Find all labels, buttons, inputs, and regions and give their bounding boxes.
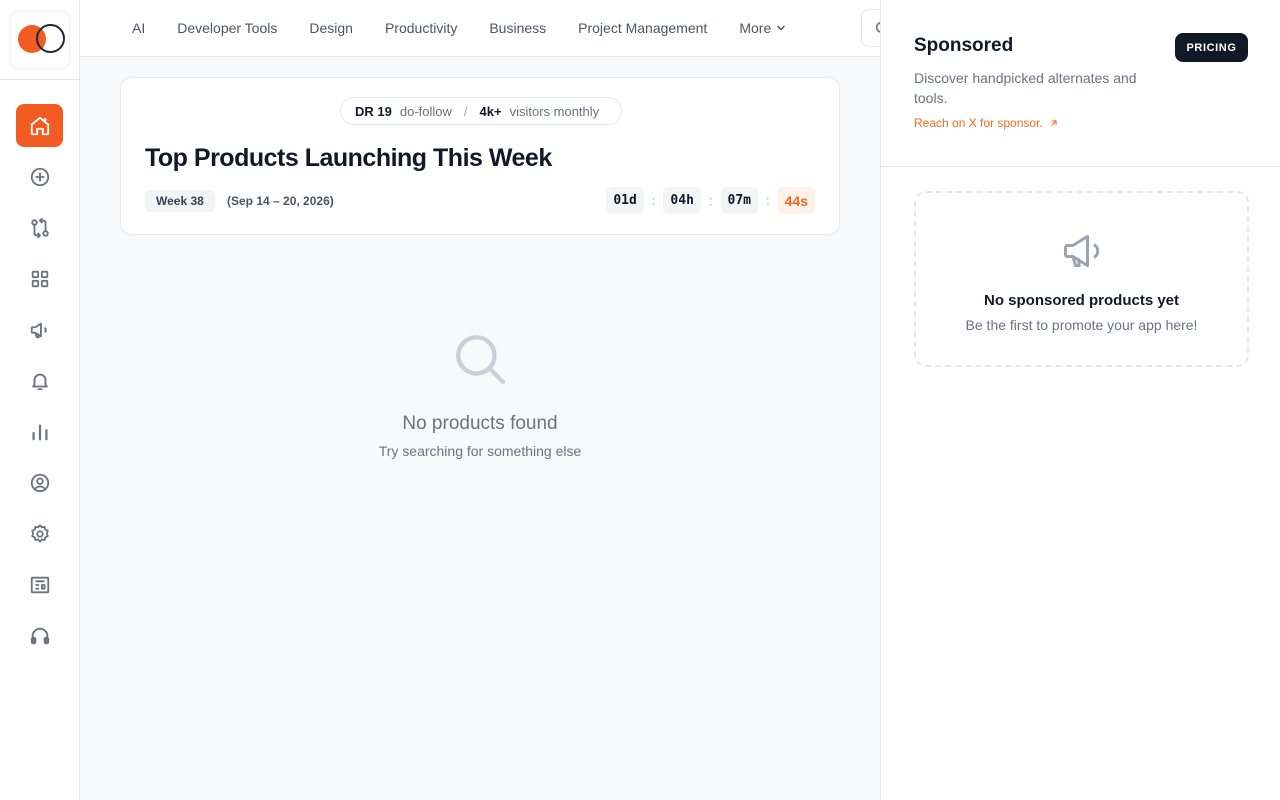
sidebar-item-home[interactable] [16,104,63,147]
empty-state-title: No products found [402,413,558,434]
pricing-button[interactable]: PRICING [1175,33,1248,62]
gear-icon [30,523,49,543]
sponsor-contact-link[interactable]: Reach on X for sponsor. [914,116,1059,130]
bar-chart-icon [31,423,48,440]
category-ai[interactable]: AI [132,20,145,36]
sidebar-item-categories[interactable] [16,257,63,300]
week-date-range: (Sep 14 – 20, 2026) [227,194,334,208]
countdown-seconds: 44s [777,187,815,214]
megaphone-icon [1063,234,1099,268]
user-circle-icon [30,473,49,492]
bell-icon [31,373,48,390]
category-project-management[interactable]: Project Management [578,20,707,36]
launch-week-card: DR 19 do-follow / 4k+ visitors monthly T… [120,77,840,235]
sidebar-item-promote[interactable] [16,308,63,351]
sidebar-item-notifications[interactable] [16,359,63,402]
sidebar-item-stats[interactable] [16,410,63,453]
category-bar: AI Developer Tools Design Productivity B… [80,0,901,57]
countdown-colon: : [651,193,656,208]
logo[interactable] [9,10,70,69]
countdown-colon: : [708,193,713,208]
sidebar-item-settings[interactable] [16,512,63,555]
sidebar-item-support[interactable] [16,614,63,657]
stats-separator: / [463,103,468,119]
empty-state-subtitle: Try searching for something else [378,443,582,459]
headphones-icon [30,627,49,644]
category-business[interactable]: Business [489,20,546,36]
visitors-label: visitors monthly [509,103,600,119]
sponsored-description: Discover handpicked alternates and tools… [914,70,1137,106]
category-design[interactable]: Design [309,20,353,36]
countdown-hours: 04h [663,187,701,214]
newspaper-icon [30,576,49,593]
sidebar-item-blog[interactable] [16,563,63,606]
logo-area [0,0,79,80]
sidebar [0,0,80,800]
visitors-value: 4k+ [479,103,502,119]
sponsored-empty-subtitle: Be the first to promote your app here! [965,317,1198,333]
compare-icon [30,217,49,238]
chevron-down-icon [777,25,785,31]
home-icon [30,116,49,135]
sidebar-item-profile[interactable] [16,461,63,504]
logo-outline-circle [35,23,65,53]
page-title: Top Products Launching This Week [145,144,552,172]
sponsored-title: Sponsored [914,35,1014,56]
more-categories-dropdown[interactable]: More [739,20,787,36]
countdown-timer: 01d : 04h : 07m : 44s [606,187,815,214]
sponsored-empty-box: No sponsored products yet Be the first t… [914,191,1249,367]
countdown-minutes: 07m [720,187,759,214]
countdown-colon: : [766,193,770,208]
domain-rating: DR 19 [355,103,392,119]
week-badge: Week 38 [145,190,215,212]
dofollow-label: do-follow [399,103,452,119]
arrow-up-right-icon [1051,120,1057,126]
sidebar-nav [0,80,79,657]
sidebar-item-submit[interactable] [16,155,63,198]
sponsored-header: Sponsored Discover handpicked alternates… [881,0,1280,167]
grid-icon [31,270,48,287]
megaphone-icon [30,322,47,338]
plus-circle-icon [30,167,49,186]
category-developer-tools[interactable]: Developer Tools [177,20,277,36]
sponsored-empty-title: No sponsored products yet [983,292,1180,309]
site-stats-pill: DR 19 do-follow / 4k+ visitors monthly [340,97,622,125]
more-label: More [739,20,772,36]
empty-state: No products found Try searching for some… [80,330,880,459]
sidebar-item-compare[interactable] [16,206,63,249]
category-list: AI Developer Tools Design Productivity B… [80,20,819,36]
countdown-days: 01d [606,187,644,214]
sponsor-link-label: Reach on X for sponsor. [914,116,1043,130]
search-icon [456,335,506,385]
category-productivity[interactable]: Productivity [385,20,457,36]
sponsored-panel: Sponsored Discover handpicked alternates… [880,0,1280,800]
